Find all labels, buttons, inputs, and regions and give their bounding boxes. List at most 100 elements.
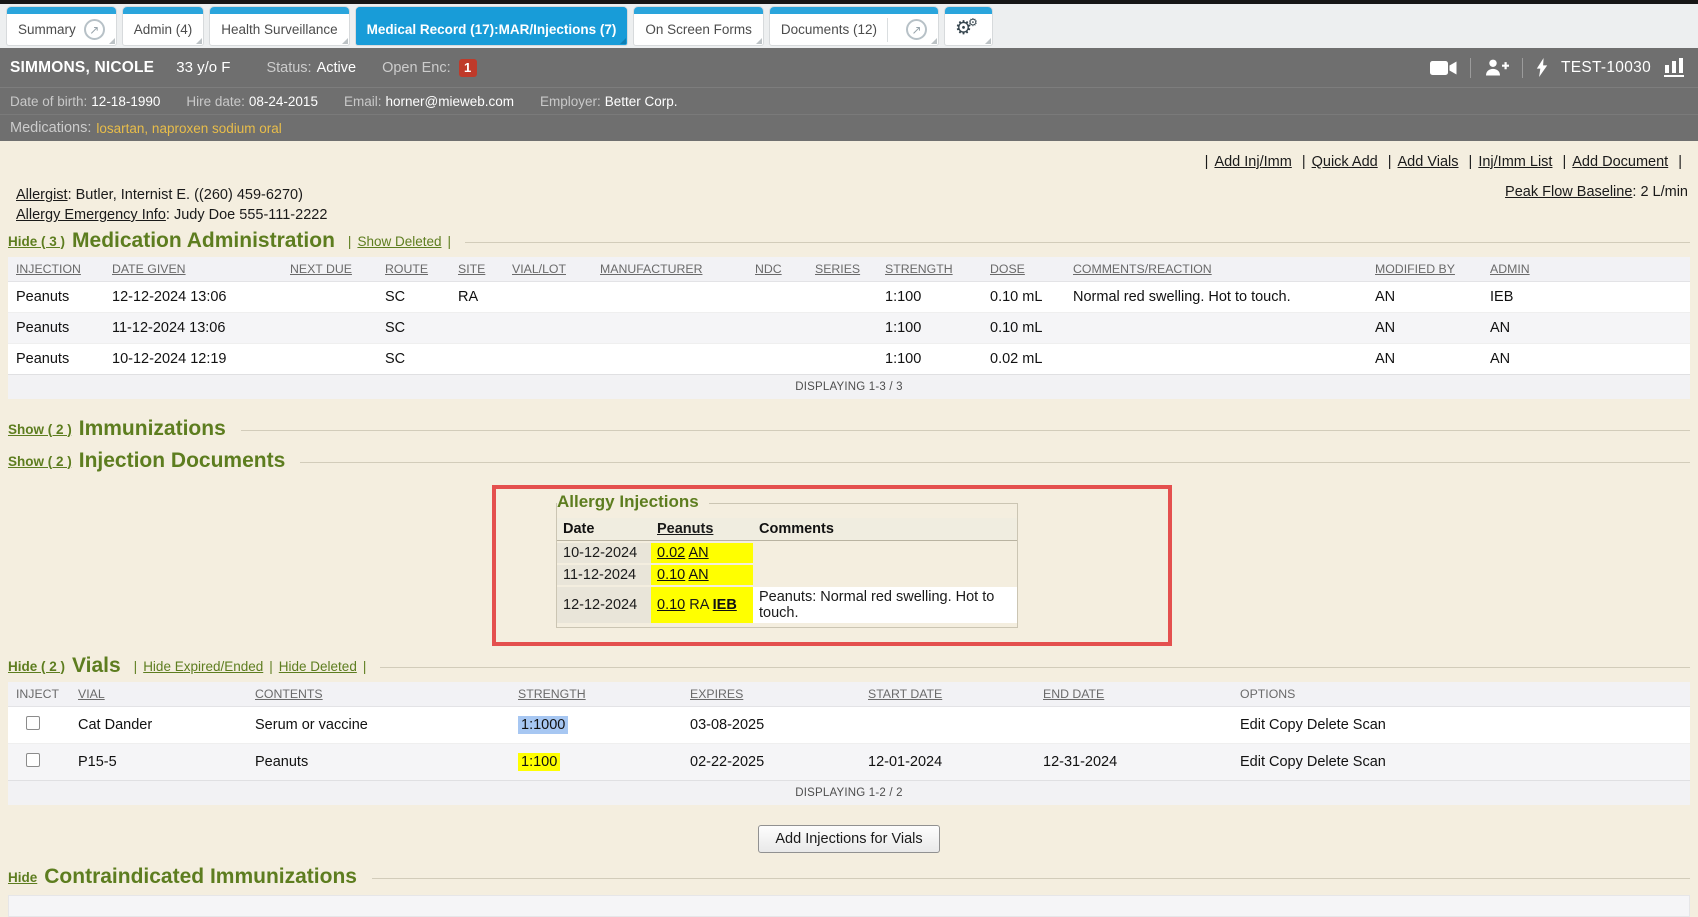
open-encounter-badge[interactable]: 1	[459, 59, 477, 77]
contraindicated-hide-link[interactable]: Hide	[8, 870, 37, 885]
inj-imm-list-link[interactable]: Inj/Imm List	[1478, 154, 1552, 170]
injection-documents-title: Injection Documents	[79, 449, 286, 473]
video-camera-icon[interactable]	[1430, 60, 1457, 76]
dob-label: Date of birth:	[10, 94, 87, 109]
copy-link[interactable]: Copy	[1269, 754, 1303, 770]
delete-link[interactable]: Delete	[1307, 754, 1349, 770]
allergy-contact-info: Allergist: Butler, Internist E. ((260) 4…	[16, 185, 327, 225]
settings-button[interactable]: ⚙⚙	[945, 7, 992, 45]
allergy-emergency-info-link[interactable]: Allergy Emergency Info	[16, 207, 166, 223]
inject-checkbox[interactable]	[26, 716, 40, 730]
employer-label: Employer:	[540, 94, 601, 109]
status-label: Status:	[266, 60, 311, 76]
cell-start-date	[860, 707, 1035, 744]
cell-strength: 1:100	[877, 344, 982, 375]
allergy-comment: Peanuts: Normal red swelling. Hot to tou…	[753, 587, 1017, 623]
add-vials-link[interactable]: Add Vials	[1398, 154, 1459, 170]
sort-strength[interactable]: STRENGTH	[518, 687, 586, 701]
sort-contents[interactable]: CONTENTS	[255, 687, 323, 701]
hide-deleted-link[interactable]: Hide Deleted	[279, 659, 357, 674]
edit-link[interactable]: Edit	[1240, 754, 1265, 770]
admin-initials-link[interactable]: IEB	[713, 597, 737, 613]
sort-vial[interactable]: VIAL	[78, 687, 105, 701]
copy-link[interactable]: Copy	[1269, 717, 1303, 733]
sort-dose[interactable]: DOSE	[990, 262, 1025, 276]
vials-title: Vials	[72, 654, 121, 678]
dose-link[interactable]: 0.02	[657, 545, 685, 561]
allergist-line: Allergist: Butler, Internist E. ((260) 4…	[16, 185, 327, 205]
cell-comments	[1065, 344, 1367, 375]
sort-injection[interactable]: INJECTION	[16, 262, 81, 276]
tab-summary[interactable]: Summary ↗	[7, 7, 116, 45]
sort-start-date[interactable]: START DATE	[868, 687, 942, 701]
sort-end-date[interactable]: END DATE	[1043, 687, 1104, 701]
add-person-icon[interactable]	[1484, 59, 1509, 76]
cell-next-due	[282, 344, 377, 375]
contraindicated-title: Contraindicated Immunizations	[44, 865, 357, 889]
cell-comments	[1065, 313, 1367, 344]
scan-link[interactable]: Scan	[1353, 717, 1386, 733]
mar-section-title: Medication Administration	[72, 229, 335, 253]
sort-expires[interactable]: EXPIRES	[690, 687, 743, 701]
injection-documents-show-link[interactable]: Show ( 2 )	[8, 454, 72, 469]
cell-admin: IEB	[1482, 282, 1690, 313]
allergist-link[interactable]: Allergist	[16, 187, 68, 203]
add-injections-for-vials-button[interactable]: Add Injections for Vials	[758, 825, 939, 853]
tab-on-screen-forms[interactable]: On Screen Forms	[634, 7, 763, 45]
delete-link[interactable]: Delete	[1307, 717, 1349, 733]
edit-link[interactable]: Edit	[1240, 717, 1265, 733]
sort-modified-by[interactable]: MODIFIED BY	[1375, 262, 1455, 276]
dose-link[interactable]: 0.10	[657, 597, 685, 613]
sort-site[interactable]: SITE	[458, 262, 485, 276]
peak-flow-baseline-link[interactable]: Peak Flow Baseline	[1505, 184, 1632, 200]
tab-on-screen-forms-label: On Screen Forms	[645, 22, 752, 37]
quick-add-link[interactable]: Quick Add	[1312, 154, 1378, 170]
admin-initials-link[interactable]: AN	[688, 545, 708, 561]
cell-dose: 0.10 mL	[982, 282, 1065, 313]
sort-strength[interactable]: STRENGTH	[885, 262, 953, 276]
tab-health-surveillance[interactable]: Health Surveillance	[210, 7, 348, 45]
allergy-injections-title: Allergy Injections	[557, 492, 709, 512]
tab-summary-label: Summary	[18, 22, 76, 37]
sort-date-given[interactable]: DATE GIVEN	[112, 262, 186, 276]
tab-admin[interactable]: Admin (4)	[123, 7, 204, 45]
popout-arrow-glyph: ↗	[89, 23, 99, 37]
sort-next-due[interactable]: NEXT DUE	[290, 262, 352, 276]
email-value: horner@mieweb.com	[385, 94, 514, 109]
lightning-bolt-icon[interactable]	[1536, 58, 1548, 77]
popout-arrow-glyph: ↗	[911, 23, 921, 37]
add-document-link[interactable]: Add Document	[1572, 154, 1668, 170]
scan-link[interactable]: Scan	[1353, 754, 1386, 770]
cell-series	[807, 313, 877, 344]
sort-comments[interactable]: COMMENTS/REACTION	[1073, 262, 1212, 276]
sort-admin[interactable]: ADMIN	[1490, 262, 1530, 276]
tab-health-surveillance-label: Health Surveillance	[221, 22, 337, 37]
medications-list-link[interactable]: losartan, naproxen sodium oral	[96, 121, 281, 136]
vials-row: P15-5 Peanuts 1:100 02-22-2025 12-01-202…	[8, 744, 1690, 781]
mar-hide-link[interactable]: Hide ( 3 )	[8, 234, 65, 249]
sort-ndc[interactable]: NDC	[755, 262, 782, 276]
popout-icon[interactable]: ↗	[906, 19, 927, 40]
bar-chart-icon[interactable]	[1664, 58, 1684, 77]
immunizations-show-link[interactable]: Show ( 2 )	[8, 422, 72, 437]
popout-icon[interactable]: ↗	[84, 19, 105, 40]
admin-initials-link[interactable]: AN	[688, 567, 708, 583]
injection-documents-section-header: Show ( 2 ) Injection Documents	[8, 449, 1690, 473]
sort-vial-lot[interactable]: VIAL/LOT	[512, 262, 566, 276]
peanuts-column-link[interactable]: Peanuts	[657, 521, 713, 537]
show-deleted-link[interactable]: Show Deleted	[357, 234, 441, 249]
tab-medical-record[interactable]: Medical Record (17):MAR/Injections (7)	[356, 7, 628, 45]
add-inj-imm-link[interactable]: Add Inj/Imm	[1214, 154, 1291, 170]
dose-link[interactable]: 0.10	[657, 567, 685, 583]
sort-series[interactable]: SERIES	[815, 262, 860, 276]
sort-route[interactable]: ROUTE	[385, 262, 428, 276]
peak-flow-value: : 2 L/min	[1632, 184, 1688, 200]
inject-checkbox[interactable]	[26, 753, 40, 767]
sort-manufacturer[interactable]: MANUFACTURER	[600, 262, 702, 276]
tab-documents[interactable]: Documents (12) ↗	[770, 7, 938, 45]
allergy-injections-table: Date Peanuts Comments 10-12-2024 0.02 AN	[557, 516, 1017, 625]
hide-expired-link[interactable]: Hide Expired/Ended	[143, 659, 263, 674]
cell-admin: AN	[1482, 344, 1690, 375]
vials-hide-link[interactable]: Hide ( 2 )	[8, 659, 65, 674]
cell-injection: Peanuts	[8, 282, 104, 313]
